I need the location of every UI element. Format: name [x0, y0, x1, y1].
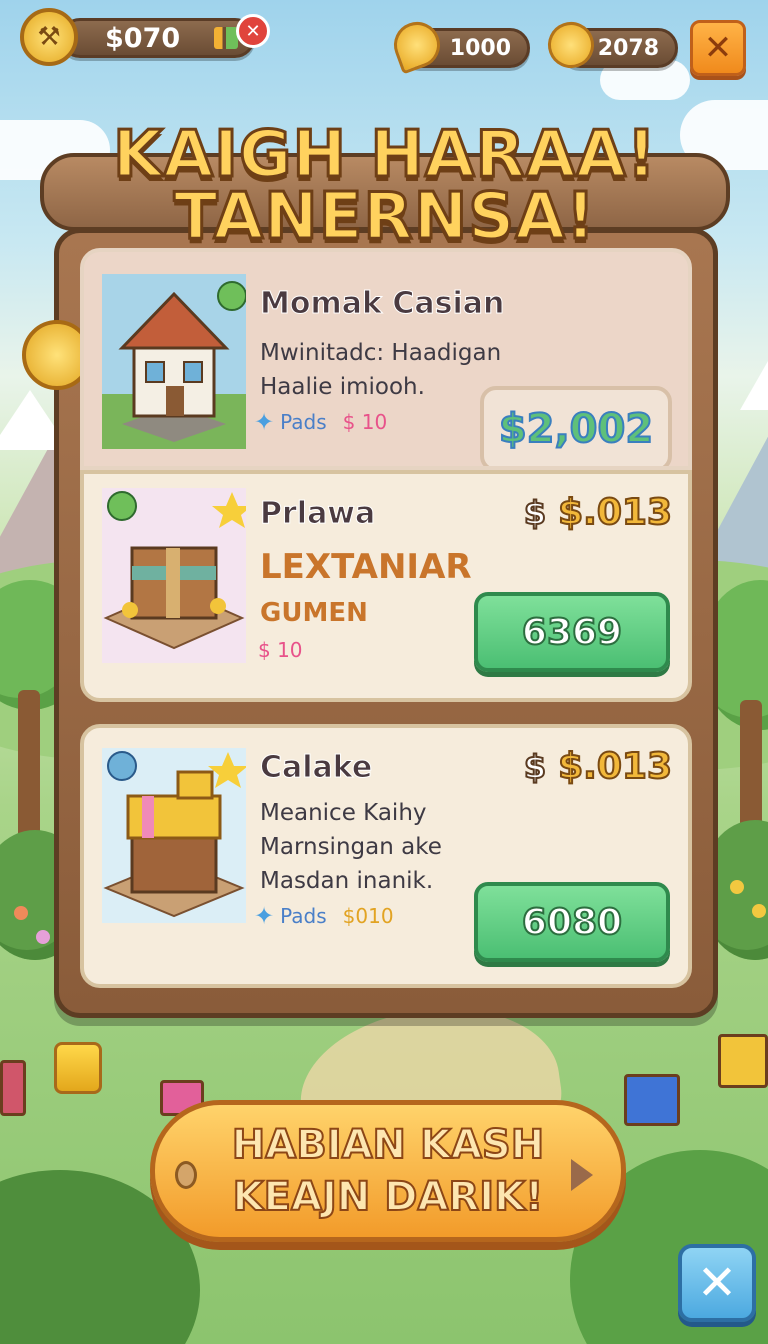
offer-2-tag-cost: $ 10	[258, 638, 303, 662]
offer-3-description-line-2: Marnsingan ake	[260, 834, 442, 860]
offer-card-1: Momak Casian Mwinitadc: Haadigan Haalie …	[80, 248, 692, 470]
treasure-chest-icon	[102, 488, 246, 663]
offer-3-description-line-1: Meanice Kaihy	[260, 800, 427, 826]
cta-line-1: HABIAN KASH	[231, 1121, 545, 1169]
offer-2-highlight-line-2: GUMEN	[260, 598, 368, 628]
close-icon: ✕	[696, 1255, 738, 1311]
cta-line-2: KEAJN DARIK!	[232, 1173, 545, 1221]
sparkle-gem-icon: ✦	[254, 902, 275, 930]
page-title-line-2: TANERNSA!	[172, 179, 597, 256]
top-hud: $070 ⚒ ✕ 1000 2078 ✕	[0, 8, 768, 78]
offer-card-2: Prlawa $ $.013 LEXTANIAR GUMEN $ 10 6369	[80, 470, 692, 702]
close-icon: ✕	[703, 28, 733, 68]
cta-left-dot-icon	[175, 1161, 197, 1189]
offer-1-description-line-1: Mwinitadc: Haadigan	[260, 340, 502, 366]
offer-2-tag: $ 10	[254, 638, 303, 662]
offer-1-description-line-2: Haalie imiooh.	[260, 374, 425, 400]
wrench-coin-icon[interactable]: ⚒	[20, 8, 78, 66]
money-value: $070	[105, 22, 181, 54]
cottage-icon	[102, 274, 246, 449]
offer-3-buy-button[interactable]: 6080	[474, 882, 670, 962]
offer-2-price-value: $.013	[557, 491, 673, 534]
offer-3-tag-cost: $010	[342, 904, 394, 928]
offer-3-price-value: $.013	[557, 745, 673, 788]
offer-1-tag: ✦ Pads $ 10	[254, 408, 387, 436]
resource-1-value: 1000	[449, 35, 511, 61]
play-arrow-icon	[571, 1159, 593, 1191]
remove-badge-icon[interactable]: ✕	[236, 14, 270, 48]
title-sign: KAIGH HARAA! TANERNSA!	[40, 117, 730, 263]
offer-3-tag-label: Pads	[280, 904, 327, 928]
offer-1-tag-label: Pads	[280, 410, 327, 434]
offer-3-name: Calake	[259, 750, 373, 786]
offer-card-3: Calake $ $.013 Meanice Kaihy Marnsingan a…	[80, 724, 692, 988]
close-button[interactable]: ✕	[690, 20, 746, 76]
sparkle-gem-icon: ✦	[254, 408, 275, 436]
dismiss-button[interactable]: ✕	[678, 1244, 756, 1322]
cta-button[interactable]: HABIAN KASH KEAJN DARIK!	[150, 1100, 626, 1242]
offer-2-price: $ $.013	[523, 491, 673, 534]
offer-2-buy-button[interactable]: 6369	[474, 592, 670, 672]
offer-2-name: Prlawa	[259, 496, 376, 532]
cash-bars-icon	[214, 27, 238, 49]
offer-2-highlight-line-1: LEXTANIAR	[260, 547, 472, 587]
offer-3-price: $ $.013	[523, 745, 673, 788]
offer-3-description-line-3: Masdan inanik.	[260, 868, 434, 894]
resource-2-value: 2078	[597, 35, 659, 61]
offer-2-price-symbol: $	[523, 493, 547, 533]
offer-1-buy-button[interactable]: $2,002	[480, 386, 672, 466]
money-counter: $070	[60, 18, 255, 58]
offer-1-name: Momak Casian	[259, 286, 505, 322]
offer-3-price-symbol: $	[523, 747, 547, 787]
offer-3-tag: ✦ Pads $010	[254, 902, 394, 930]
gold-crate-icon	[102, 748, 246, 923]
offer-1-tag-cost: $ 10	[342, 410, 388, 434]
